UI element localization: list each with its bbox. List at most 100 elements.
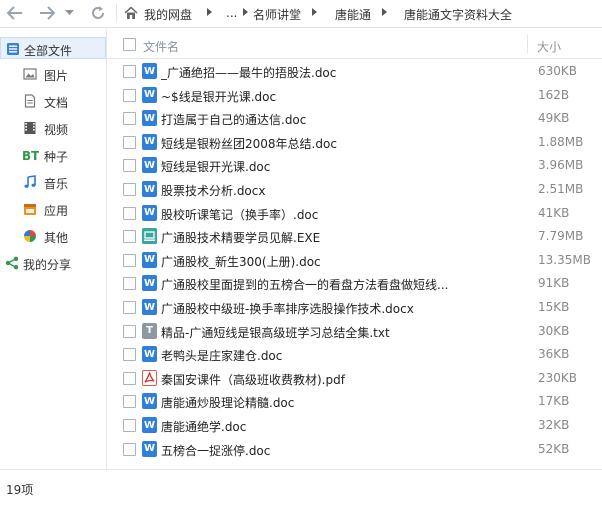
sidebar-item-documents[interactable]: 文档 bbox=[0, 90, 106, 112]
file-checkbox[interactable] bbox=[123, 253, 136, 267]
column-header-size[interactable]: 大小 bbox=[537, 38, 561, 55]
toolbar-divider bbox=[116, 4, 117, 22]
file-name[interactable]: 短线是银开光课.doc bbox=[161, 158, 521, 175]
file-checkbox[interactable] bbox=[123, 88, 136, 102]
status-bar: 19项 bbox=[0, 469, 602, 507]
file-row[interactable]: W 广通股校里面提到的五榜合一的看盘方法看盘做短线... 91KB bbox=[107, 271, 602, 295]
file-checkbox[interactable] bbox=[123, 183, 136, 196]
sidebar-item-other[interactable]: 其他 bbox=[0, 225, 106, 247]
forward-button[interactable] bbox=[38, 3, 56, 23]
file-name[interactable]: 广通股校里面提到的五榜合一的看盘方法看盘做短线... bbox=[161, 276, 521, 293]
file-name[interactable]: 股校听课笔记（换手率）.doc bbox=[161, 206, 521, 223]
file-row[interactable]: W 股票技术分析.docx 2.51MB bbox=[107, 177, 602, 201]
chevron-down-icon bbox=[64, 10, 74, 15]
file-size: 17KB bbox=[538, 394, 570, 409]
column-divider[interactable] bbox=[527, 35, 528, 53]
sidebar-item-label: 视频 bbox=[44, 123, 69, 137]
file-row[interactable]: W ~$线是银开光课.doc 162B bbox=[107, 83, 602, 107]
file-size: 15KB bbox=[538, 300, 570, 314]
file-size: 13.35MB bbox=[538, 252, 591, 267]
file-checkbox[interactable] bbox=[123, 206, 136, 220]
history-dropdown-button[interactable] bbox=[63, 3, 75, 23]
file-row[interactable]: W 五榜合一捉涨停.doc 52KB bbox=[107, 437, 602, 461]
file-row[interactable]: 秦国安课件（高级班收费教材).pdf 230KB bbox=[107, 366, 602, 390]
file-name[interactable]: 打造属于自己的通达信.doc bbox=[161, 111, 521, 128]
breadcrumb-arrow-icon bbox=[207, 8, 212, 16]
word-file-icon: W bbox=[142, 440, 157, 457]
file-row[interactable]: W _广通绝招——最牛的捂股法.doc 630KB bbox=[107, 59, 602, 83]
sidebar-item-torrents[interactable]: BT 种子 bbox=[0, 144, 106, 166]
sidebar-item-music[interactable]: 音乐 bbox=[0, 171, 106, 193]
file-checkbox[interactable] bbox=[123, 277, 136, 291]
file-checkbox[interactable] bbox=[123, 419, 136, 432]
breadcrumb-arrow-icon bbox=[243, 8, 248, 16]
file-name[interactable]: _广通绝招——最牛的捂股法.doc bbox=[161, 64, 521, 81]
file-name[interactable]: 短线是银粉丝团2008年总结.doc bbox=[161, 135, 521, 152]
file-checkbox[interactable] bbox=[123, 65, 136, 78]
app-icon bbox=[24, 204, 36, 215]
file-name[interactable]: 精品-广通短线是银高级班学习总结全集.txt bbox=[161, 324, 521, 341]
file-name[interactable]: 唐能通炒股理论精髓.doc bbox=[161, 394, 521, 411]
breadcrumb-ellipsis[interactable]: ... bbox=[226, 6, 237, 20]
file-name[interactable]: ~$线是银开光课.doc bbox=[161, 88, 521, 105]
file-name[interactable]: 五榜合一捉涨停.doc bbox=[161, 442, 521, 459]
breadcrumb-my-netdisk[interactable]: 我的网盘 bbox=[144, 6, 192, 23]
file-checkbox[interactable] bbox=[123, 324, 136, 338]
refresh-button[interactable] bbox=[88, 3, 108, 23]
file-row[interactable]: T 精品-广通短线是银高级班学习总结全集.txt 30KB bbox=[107, 319, 602, 343]
file-size: 162B bbox=[538, 87, 570, 102]
breadcrumb-teachers-lecture[interactable]: 名师讲堂 bbox=[253, 6, 301, 23]
netdisk-window: 我的网盘 ... 名师讲堂 唐能通 唐能通文字资料大全 全部文件 图片 文档 视… bbox=[0, 0, 602, 507]
file-size: 52KB bbox=[538, 441, 570, 456]
file-name[interactable]: 秦国安课件（高级班收费教材).pdf bbox=[161, 371, 521, 388]
file-checkbox[interactable] bbox=[123, 112, 136, 126]
back-button[interactable] bbox=[6, 3, 24, 23]
file-name[interactable]: 广通股校_新生300(上册).doc bbox=[161, 253, 521, 270]
file-name[interactable]: 广通股校中级班-换手率排序选股操作技术.docx bbox=[161, 300, 521, 317]
word-file-icon: W bbox=[142, 181, 157, 197]
file-checkbox[interactable] bbox=[123, 442, 136, 456]
file-row[interactable]: W 广通股校中级班-换手率排序选股操作技术.docx 15KB bbox=[107, 295, 602, 319]
back-arrow-icon bbox=[7, 6, 22, 20]
file-row[interactable]: W 短线是银开光课.doc 3.96MB bbox=[107, 153, 602, 177]
file-checkbox[interactable] bbox=[123, 135, 136, 149]
pdf-file-icon bbox=[142, 369, 157, 386]
file-row[interactable]: W 老鸭头是庄家建仓.doc 36KB bbox=[107, 342, 602, 366]
sidebar-item-my-shares[interactable]: 我的分享 bbox=[0, 252, 106, 274]
word-file-icon: W bbox=[142, 157, 157, 174]
file-name[interactable]: 老鸭头是庄家建仓.doc bbox=[161, 347, 521, 364]
sidebar-item-apps[interactable]: 应用 bbox=[0, 198, 106, 220]
sidebar-item-label: 文档 bbox=[44, 96, 69, 110]
file-row[interactable]: 广通股技术精要学员见解.EXE 7.79MB bbox=[107, 224, 602, 248]
file-row[interactable]: W 唐能通炒股理论精髓.doc 17KB bbox=[107, 389, 602, 413]
sidebar-item-label: 我的分享 bbox=[23, 258, 72, 272]
file-row[interactable]: W 唐能通绝学.doc 32KB bbox=[107, 413, 602, 437]
sidebar-item-videos[interactable]: 视频 bbox=[0, 117, 106, 139]
file-row[interactable]: W 打造属于自己的通达信.doc 49KB bbox=[107, 106, 602, 130]
file-checkbox[interactable] bbox=[123, 159, 136, 173]
home-icon[interactable] bbox=[124, 6, 138, 20]
file-size: 36KB bbox=[538, 347, 570, 362]
file-size: 2.51MB bbox=[538, 182, 584, 196]
file-checkbox[interactable] bbox=[123, 301, 136, 314]
breadcrumb-current-folder[interactable]: 唐能通文字资料大全 bbox=[404, 6, 512, 23]
file-name[interactable]: 唐能通绝学.doc bbox=[161, 418, 521, 435]
file-checkbox[interactable] bbox=[123, 395, 136, 409]
file-name[interactable]: 广通股技术精要学员见解.EXE bbox=[161, 229, 521, 246]
column-header-name[interactable]: 文件名 bbox=[143, 38, 179, 55]
file-row[interactable]: W 短线是银粉丝团2008年总结.doc 1.88MB bbox=[107, 130, 602, 154]
word-file-icon: W bbox=[142, 275, 157, 292]
file-name[interactable]: 股票技术分析.docx bbox=[161, 182, 521, 199]
sidebar-item-images[interactable]: 图片 bbox=[0, 63, 106, 85]
word-file-icon: W bbox=[142, 346, 157, 363]
file-checkbox[interactable] bbox=[123, 371, 136, 385]
file-row[interactable]: W 广通股校_新生300(上册).doc 13.35MB bbox=[107, 248, 602, 272]
file-checkbox[interactable] bbox=[123, 348, 136, 362]
breadcrumb-tang-nengtong[interactable]: 唐能通 bbox=[335, 6, 371, 23]
sidebar-item-all-files[interactable]: 全部文件 bbox=[0, 37, 106, 59]
file-list-header: 文件名 大小 bbox=[107, 29, 602, 59]
file-row[interactable]: W 股校听课笔记（换手率）.doc 41KB bbox=[107, 201, 602, 225]
select-all-checkbox[interactable] bbox=[123, 38, 136, 51]
file-checkbox[interactable] bbox=[123, 230, 136, 244]
word-file-icon: W bbox=[142, 110, 157, 127]
